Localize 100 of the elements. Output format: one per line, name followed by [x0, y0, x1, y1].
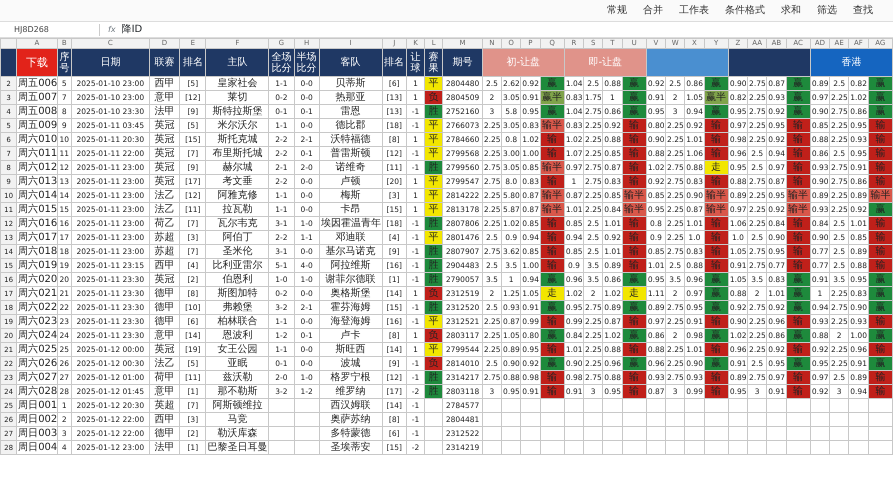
table-cell: 卢顿 — [319, 174, 382, 188]
table-cell: 奥萨苏纳 — [319, 412, 382, 426]
column-header: 排名 — [382, 48, 406, 76]
table-cell: 弗赖堡 — [206, 300, 269, 314]
table-cell: 周日001 — [16, 398, 58, 412]
column-header: 联赛 — [149, 48, 180, 76]
toolbar-button[interactable]: 求和 — [777, 4, 805, 18]
table-cell: 瓦尔韦克 — [206, 216, 269, 230]
column-header: 赛果 — [424, 48, 443, 76]
table-cell: 贝蒂斯 — [319, 76, 382, 90]
table-cell: 西甲 — [149, 76, 180, 90]
group-header: 初-让盘 — [482, 48, 564, 76]
table-cell: 阿伯丁 — [206, 230, 269, 244]
table-cell: 卡昂 — [319, 202, 382, 216]
fx-label: fx — [108, 24, 116, 36]
table-cell: 比利亚雷尔 — [206, 258, 269, 272]
table-cell: 英冠 — [149, 160, 180, 174]
column-header: 日期 — [71, 48, 150, 76]
column-header: 序号 — [57, 48, 72, 76]
table-cell: 阿雅克修 — [206, 188, 269, 202]
table-cell: 拉瓦勒 — [206, 202, 269, 216]
table-cell: 海登海姆 — [319, 314, 382, 328]
table-cell: 荷乙 — [149, 216, 180, 230]
table-cell: 亚眠 — [206, 356, 269, 370]
table-cell: 意甲 — [149, 90, 180, 104]
table-cell: 伯恩利 — [206, 272, 269, 286]
table-cell: 法甲 — [149, 104, 180, 118]
table-cell: 霍芬海姆 — [319, 300, 382, 314]
table-cell: 埃因霍温青年 — [319, 216, 382, 230]
table-cell: 邓迪联 — [319, 230, 382, 244]
column-header: 客队 — [319, 48, 382, 76]
column-header: 主队 — [206, 48, 269, 76]
table-cell: 苏超 — [149, 230, 180, 244]
table-cell: 卢卡 — [319, 328, 382, 342]
table-cell: 恩波利 — [206, 328, 269, 342]
toolbar-button[interactable]: 条件格式 — [721, 4, 769, 18]
table-cell: 斯托克城 — [206, 132, 269, 146]
table-cell: 女王公园 — [206, 342, 269, 356]
table-cell: 波城 — [319, 356, 382, 370]
table-cell: 西甲 — [149, 412, 180, 426]
table-cell: 奥格斯堡 — [319, 286, 382, 300]
table-cell: 圣米伦 — [206, 244, 269, 258]
toolbar-button[interactable]: 合并 — [639, 4, 667, 18]
table-cell: 法乙 — [149, 356, 180, 370]
table-cell: 英超 — [149, 398, 180, 412]
table-cell: 苏超 — [149, 244, 180, 258]
table-cell: 英冠 — [149, 342, 180, 356]
table-cell: 莱切 — [206, 90, 269, 104]
table-cell: 基尔马诺克 — [319, 244, 382, 258]
table-cell: 意甲 — [149, 328, 180, 342]
column-header: 全场比分 — [268, 48, 294, 76]
table-cell: 英冠 — [149, 132, 180, 146]
table-cell: 兹沃勒 — [206, 370, 269, 384]
table-cell: 雷恩 — [319, 104, 382, 118]
table-cell: 周日003 — [16, 426, 58, 440]
table-cell: 斯图加特 — [206, 286, 269, 300]
table-cell: 德甲 — [149, 426, 180, 440]
table-cell: 德甲 — [149, 314, 180, 328]
table-cell: 法乙 — [149, 202, 180, 216]
table-cell: 柏林联合 — [206, 314, 269, 328]
name-box[interactable]: HJ8D268 — [0, 24, 100, 36]
table-cell: 西汉姆联 — [319, 398, 382, 412]
table-cell: 英冠 — [149, 118, 180, 132]
table-cell: 英冠 — [149, 272, 180, 286]
column-header: 期号 — [442, 48, 482, 76]
table-cell: 法甲 — [149, 440, 180, 454]
table-cell: 德比郡 — [319, 118, 382, 132]
table-cell: 德甲 — [149, 286, 180, 300]
table-cell: 梅斯 — [319, 188, 382, 202]
table-cell: 德甲 — [149, 300, 180, 314]
table-cell: 英冠 — [149, 174, 180, 188]
table-cell: 周日002 — [16, 412, 58, 426]
table-cell: 周五007 — [16, 90, 58, 104]
table-cell: 巴黎圣日耳曼 — [206, 440, 269, 454]
toolbar-button[interactable]: 工作表 — [675, 4, 713, 18]
table-cell: 斯特拉斯堡 — [206, 104, 269, 118]
column-header: 让球 — [406, 48, 425, 76]
table-cell: 沃特福德 — [319, 132, 382, 146]
toolbar-button[interactable]: 常规 — [603, 4, 631, 18]
table-cell: 意甲 — [149, 384, 180, 398]
formula-field[interactable]: 降ID — [116, 22, 142, 37]
table-cell: 谢菲尔德联 — [319, 272, 382, 286]
download-header[interactable]: 下载 — [16, 48, 58, 76]
column-header: 排名 — [180, 48, 206, 76]
table-cell: 赫尔城 — [206, 160, 269, 174]
group-header: 即-让盘 — [564, 48, 646, 76]
table-cell: 斯旺西 — [319, 342, 382, 356]
table-cell: 荷甲 — [149, 370, 180, 384]
toolbar-button[interactable]: 筛选 — [813, 4, 841, 18]
table-cell: 英冠 — [149, 146, 180, 160]
table-cell: 热那亚 — [319, 90, 382, 104]
table-cell: 布里斯托城 — [206, 146, 269, 160]
table-cell: 法乙 — [149, 188, 180, 202]
group-header: 香港 — [810, 48, 892, 76]
column-header: 半场比分 — [294, 48, 320, 76]
table-cell: 多特蒙德 — [319, 426, 382, 440]
table-cell: 西甲 — [149, 258, 180, 272]
table-cell: 米尔沃尔 — [206, 118, 269, 132]
table-cell: 那不勒斯 — [206, 384, 269, 398]
toolbar-button[interactable]: 查找 — [849, 4, 877, 18]
